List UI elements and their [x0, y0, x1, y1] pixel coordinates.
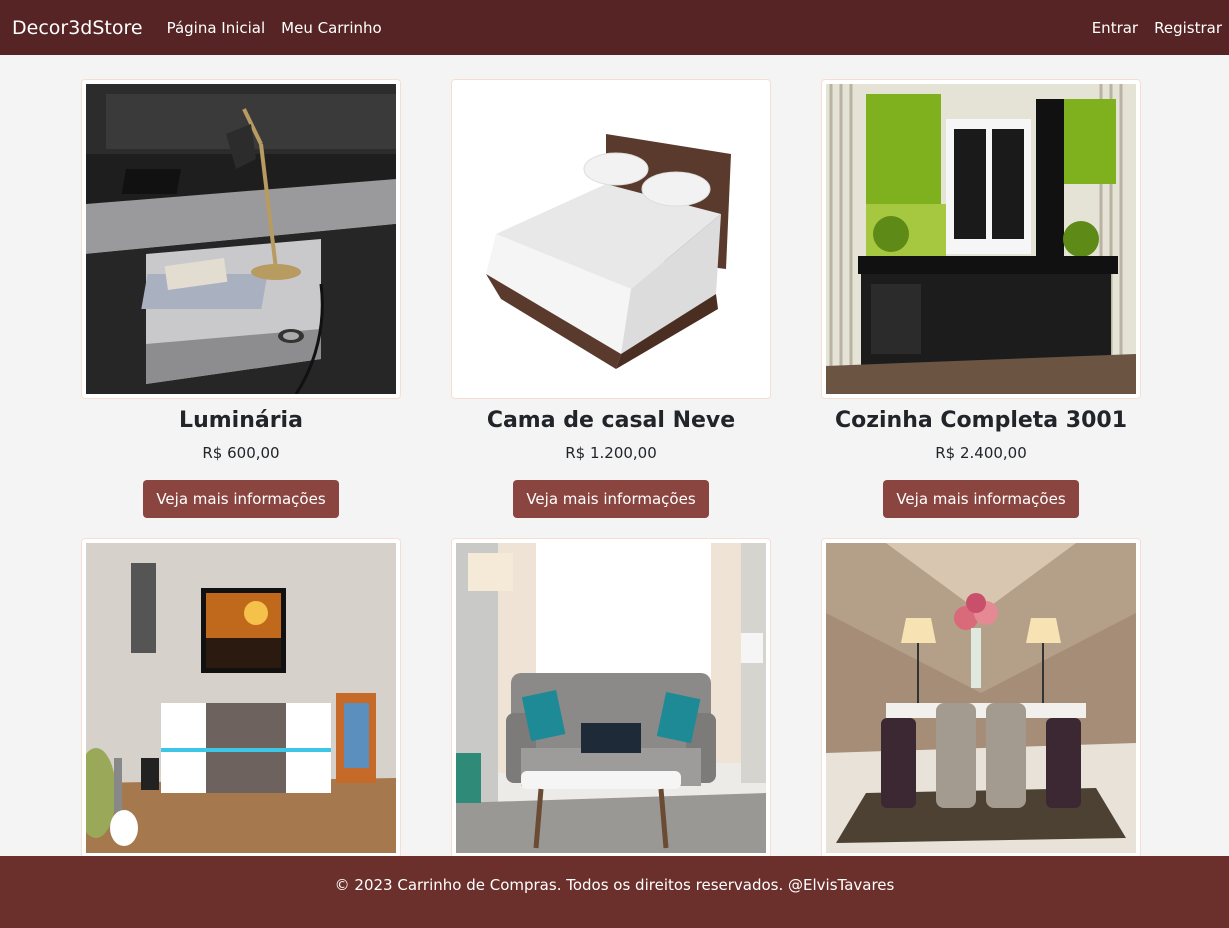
product-name: Cama de casal Neve — [486, 408, 736, 433]
nav-cart-link[interactable]: Meu Carrinho — [281, 19, 382, 37]
nav-home-link[interactable]: Página Inicial — [167, 19, 266, 37]
product-image-dining[interactable] — [821, 538, 1141, 858]
register-link[interactable]: Registrar — [1154, 19, 1222, 37]
product-image-bed[interactable] — [451, 79, 771, 399]
product-card: Cozinha Completa 3001 R$ 2.400,00 Veja m… — [821, 79, 1141, 518]
dining-room-image — [826, 543, 1136, 853]
footer-copyright: © 2023 Carrinho de Compras. Todos os dir… — [334, 876, 895, 894]
login-link[interactable]: Entrar — [1092, 19, 1138, 37]
product-image-lamp[interactable] — [81, 79, 401, 399]
product-card: Luminária R$ 600,00 Veja mais informaçõe… — [81, 79, 401, 518]
brand-logo[interactable]: Decor3dStore — [12, 17, 143, 39]
top-navbar: Decor3dStore Página Inicial Meu Carrinho… — [0, 0, 1229, 55]
product-image-tv-stand[interactable] — [81, 538, 401, 858]
kitchen-image — [826, 84, 1136, 394]
product-card — [81, 538, 401, 858]
product-price: R$ 1.200,00 — [565, 444, 657, 462]
double-bed-image — [456, 84, 766, 394]
product-image-kitchen[interactable] — [821, 79, 1141, 399]
page-footer: © 2023 Carrinho de Compras. Todos os dir… — [0, 856, 1229, 928]
product-card: Cama de casal Neve R$ 1.200,00 Veja mais… — [451, 79, 771, 518]
desk-lamp-image — [86, 84, 396, 394]
product-card — [451, 538, 771, 858]
living-room-sofa-image — [456, 543, 766, 853]
product-card — [821, 538, 1141, 858]
product-name: Luminária — [179, 408, 303, 433]
product-price: R$ 600,00 — [202, 444, 280, 462]
product-price: R$ 2.400,00 — [935, 444, 1027, 462]
product-name: Cozinha Completa 3001 — [834, 408, 1128, 433]
product-image-sofa[interactable] — [451, 538, 771, 858]
auth-links: Entrar Registrar — [1092, 19, 1222, 37]
product-details-button[interactable]: Veja mais informações — [143, 480, 339, 518]
product-details-button[interactable]: Veja mais informações — [883, 480, 1079, 518]
nav-links: Página Inicial Meu Carrinho — [167, 19, 382, 37]
product-details-button[interactable]: Veja mais informações — [513, 480, 709, 518]
tv-stand-image — [86, 543, 396, 853]
